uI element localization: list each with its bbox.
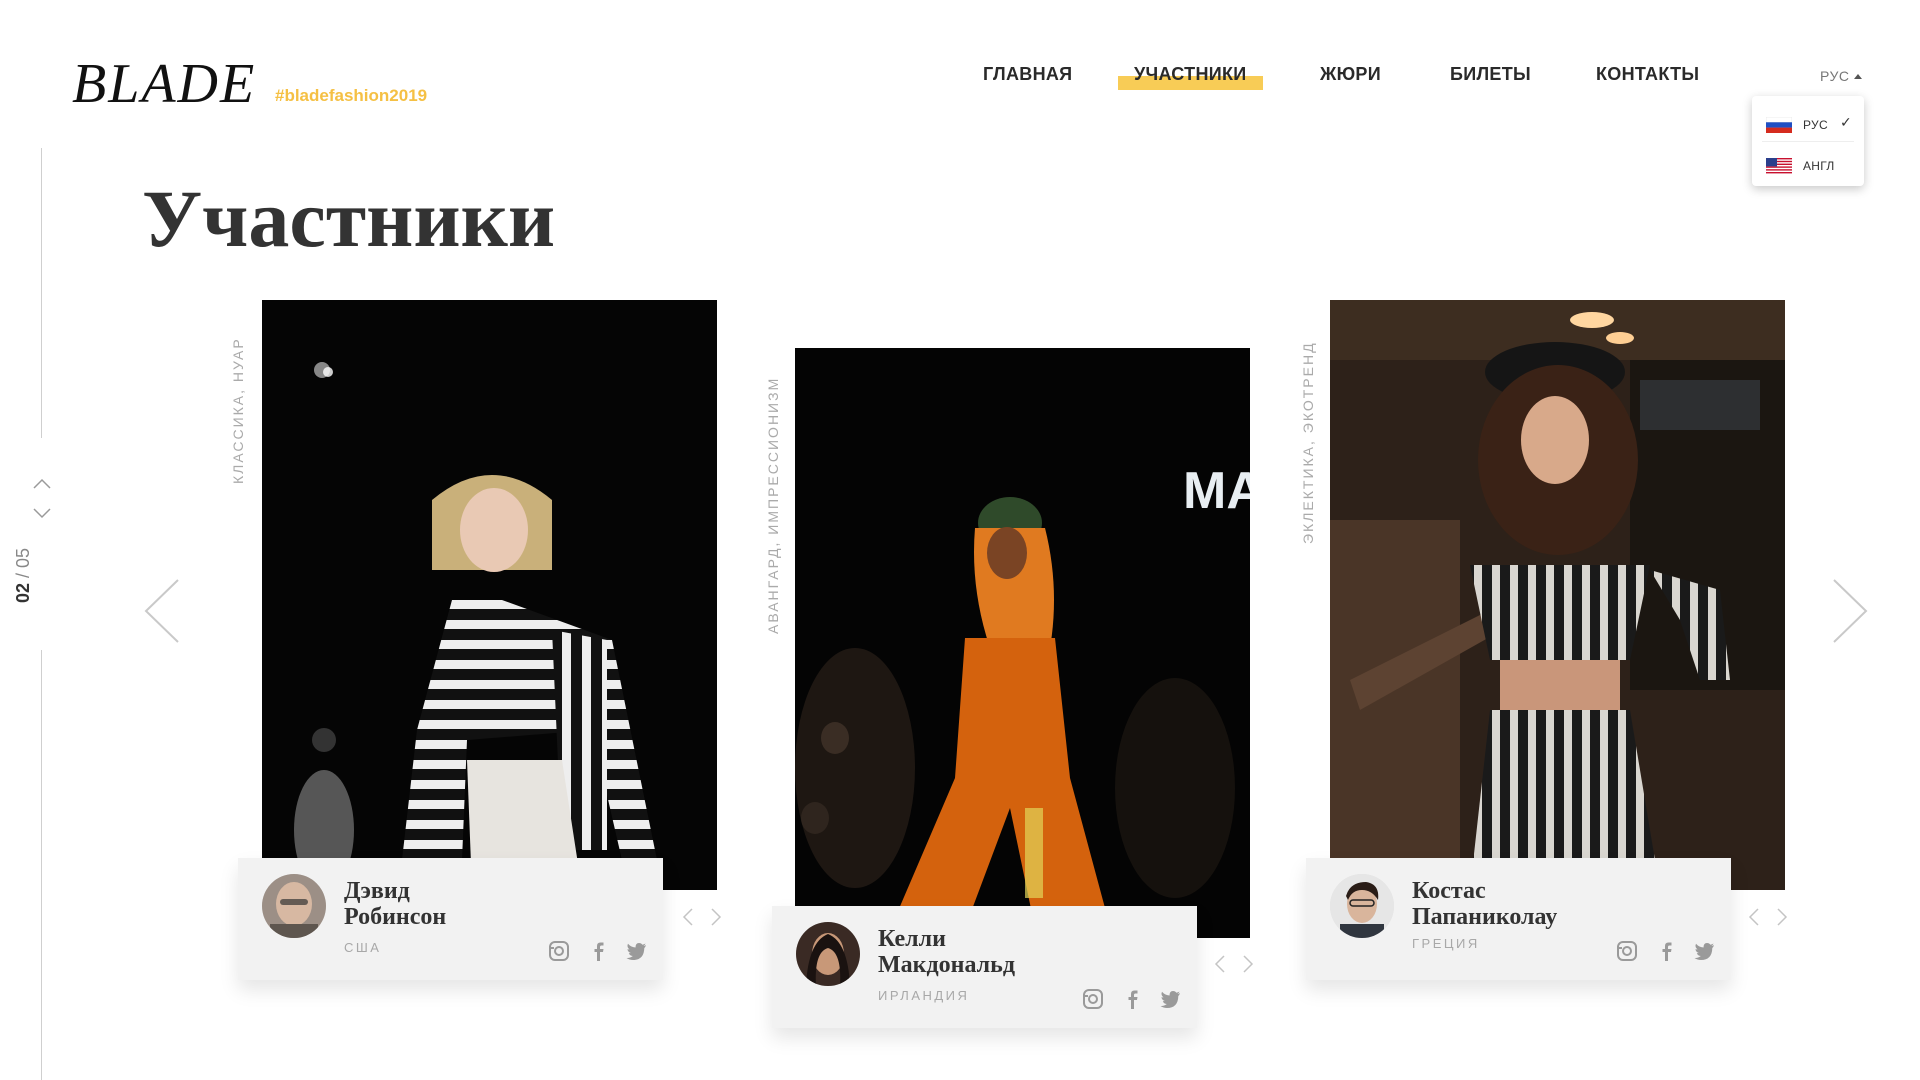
participant-country: США	[344, 940, 382, 955]
rail-line-top	[41, 148, 42, 438]
avatar[interactable]	[262, 874, 326, 938]
participant-country: ГРЕЦИЯ	[1412, 936, 1480, 951]
twitter-icon[interactable]	[1693, 940, 1715, 962]
avatar[interactable]	[1330, 874, 1394, 938]
nav-item-contacts[interactable]: КОНТАКТЫ	[1596, 64, 1699, 85]
russia-flag-icon	[1766, 117, 1792, 133]
facebook-icon[interactable]	[1121, 988, 1143, 1010]
social-links	[1604, 940, 1715, 962]
rail-line-bottom	[41, 650, 42, 1080]
language-option-ru[interactable]: РУС ✓	[1752, 102, 1864, 142]
twitter-icon[interactable]	[1159, 988, 1181, 1010]
chevron-up-icon[interactable]	[32, 476, 52, 490]
language-selector[interactable]: РУС	[1820, 68, 1862, 84]
main-nav: ГЛАВНАЯ УЧАСТНИКИ ЖЮРИ БИЛЕТЫ КОНТАКТЫ	[0, 64, 1920, 94]
participant-info: Дэвид Робинсон США	[238, 858, 663, 980]
participant-name[interactable]: Костас Папаниколау	[1412, 878, 1712, 930]
chevron-down-icon[interactable]	[32, 506, 52, 520]
photo-mini-nav	[1744, 905, 1792, 929]
photo-mini-nav	[678, 905, 726, 929]
language-dropdown: РУС ✓ АНГЛ	[1752, 96, 1864, 186]
runway-photo-illustration: MA	[795, 348, 1250, 938]
carousel-next-icon[interactable]	[1830, 578, 1870, 644]
social-links	[1070, 988, 1181, 1010]
style-tags: ЭКЛЕКТИКА, ЭКОТРЕНД	[1300, 341, 1316, 544]
instagram-icon[interactable]	[548, 940, 570, 962]
participant-info: Келли Макдональд ИРЛАНДИЯ	[772, 906, 1197, 1028]
usa-flag-icon	[1766, 158, 1792, 174]
chevron-left-icon	[1214, 955, 1225, 973]
chevron-left-icon	[682, 908, 693, 926]
participant-country: ИРЛАНДИЯ	[878, 988, 970, 1003]
caret-up-icon	[1853, 74, 1862, 79]
avatar[interactable]	[796, 922, 860, 986]
style-tags: КЛАССИКА, НУАР	[230, 337, 246, 484]
instagram-icon[interactable]	[1082, 988, 1104, 1010]
slide-counter: 02 / 05	[13, 547, 33, 603]
facebook-icon[interactable]	[587, 940, 609, 962]
chevron-right-icon	[1243, 955, 1254, 973]
nav-item-participants[interactable]: УЧАСТНИКИ	[1118, 64, 1263, 90]
language-option-en[interactable]: АНГЛ	[1752, 143, 1864, 183]
carousel-prev-icon[interactable]	[142, 578, 182, 644]
chevron-left-icon	[1748, 908, 1759, 926]
participant-photo[interactable]	[262, 300, 717, 890]
photo-sign-text: MA	[1183, 462, 1250, 520]
participant-info: Костас Папаниколау ГРЕЦИЯ	[1306, 858, 1731, 980]
nav-item-jury[interactable]: ЖЮРИ	[1320, 64, 1381, 85]
twitter-icon[interactable]	[625, 940, 647, 962]
runway-photo-illustration	[262, 300, 717, 890]
chevron-right-icon	[1777, 908, 1788, 926]
instagram-icon[interactable]	[1616, 940, 1638, 962]
nav-item-tickets[interactable]: БИЛЕТЫ	[1450, 64, 1531, 85]
participant-photo[interactable]: MA	[795, 348, 1250, 938]
chevron-right-icon	[711, 908, 722, 926]
participant-name[interactable]: Дэвид Робинсон	[344, 878, 644, 930]
facebook-icon[interactable]	[1655, 940, 1677, 962]
participant-name[interactable]: Келли Макдональд	[878, 926, 1178, 978]
participant-photo[interactable]	[1330, 300, 1785, 890]
dropdown-divider	[1762, 141, 1854, 142]
check-icon: ✓	[1840, 114, 1853, 130]
page-title: Участники	[142, 173, 556, 264]
portrait-photo-illustration	[1330, 300, 1785, 890]
nav-item-home[interactable]: ГЛАВНАЯ	[983, 64, 1072, 85]
social-links	[536, 940, 647, 962]
style-tags: АВАНГАРД, ИМПРЕССИОНИЗМ	[765, 376, 781, 634]
photo-mini-nav	[1210, 952, 1258, 976]
